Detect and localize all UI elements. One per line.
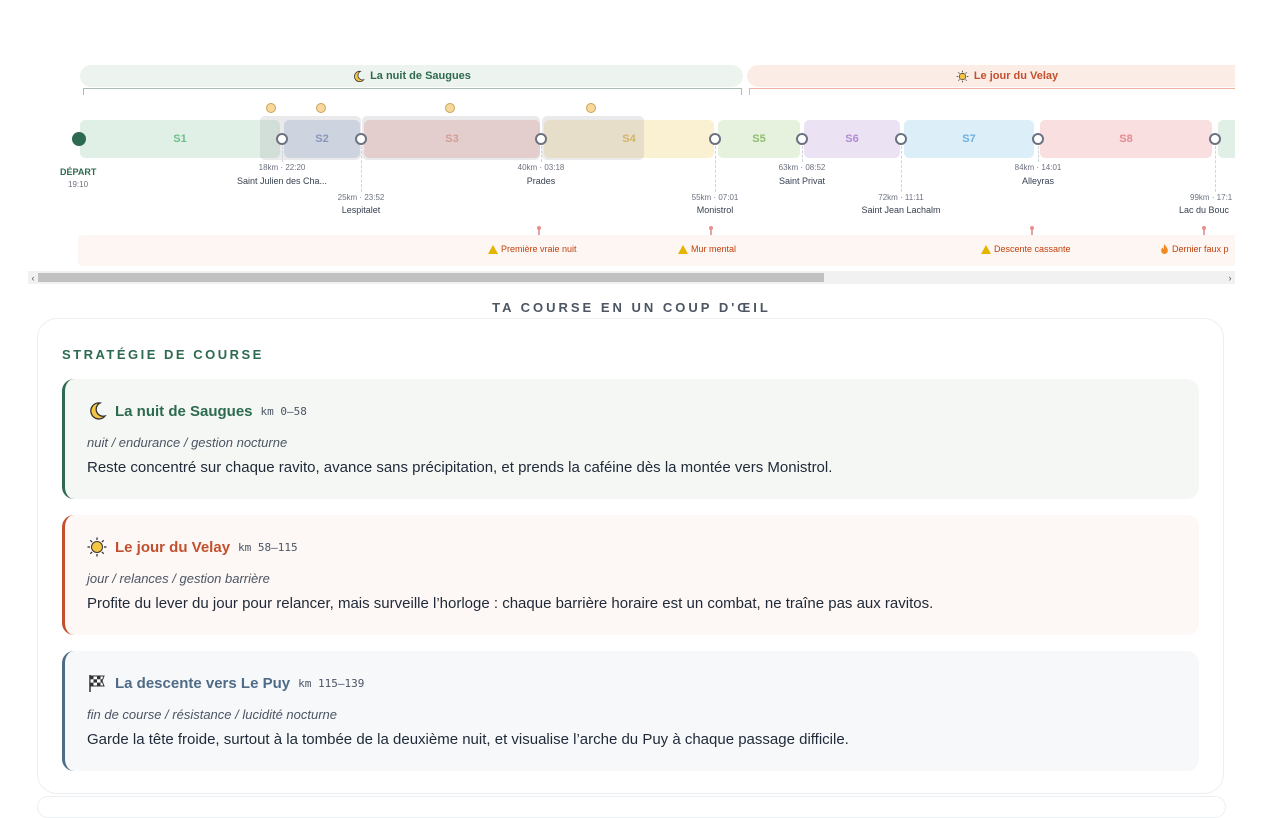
segment-s1[interactable]: S1 — [80, 120, 280, 158]
strategy-card: STRATÉGIE DE COURSE La nuit de Saugues k… — [37, 318, 1224, 794]
night-shade — [362, 116, 540, 160]
caffeine-marker[interactable] — [445, 103, 455, 113]
warning-icon — [678, 244, 688, 254]
timeline-scrollbar[interactable]: ‹ › — [28, 271, 1235, 284]
alert-item[interactable]: Dernier faux p — [1160, 244, 1229, 254]
checkpoint-name[interactable]: Prades — [527, 176, 556, 186]
sun-icon — [956, 70, 969, 82]
checkpoint-name[interactable]: Saint Julien des Cha... — [237, 176, 327, 186]
fire-icon — [1161, 244, 1168, 254]
checkpoint-guide — [1215, 146, 1216, 192]
alert-pin-head — [1202, 226, 1206, 230]
alert-label: Première vraie nuit — [501, 244, 577, 254]
checkpoint-node[interactable] — [796, 133, 808, 145]
checkpoint-node[interactable] — [1209, 133, 1221, 145]
checkpoint-km-time: 40km · 03:18 — [517, 163, 565, 172]
checkpoint-km-time: 25km · 23:52 — [337, 193, 385, 202]
sun-icon — [87, 537, 107, 557]
phase-name: La descente vers Le Puy — [115, 674, 291, 692]
section-title-glance: TA COURSE EN UN COUP D'ŒIL — [492, 300, 771, 315]
checkpoint-guide — [715, 146, 716, 192]
scroll-thumb[interactable] — [38, 273, 824, 282]
phase-description: Garde la tête froide, surtout à la tombé… — [87, 731, 849, 748]
phase-km-range: km 115–139 — [298, 676, 365, 690]
checkpoint-guide — [282, 146, 283, 162]
alert-pin-head — [537, 226, 541, 230]
segment-s7[interactable]: S7 — [904, 120, 1034, 158]
strategy-phase-descent: La descente vers Le Puy km 115–139 fin d… — [62, 651, 1199, 771]
checkpoint-node[interactable] — [895, 133, 907, 145]
checkered-flag-icon — [89, 675, 105, 692]
phase-description: Reste concentré sur chaque ravito, avanc… — [87, 459, 833, 476]
checkpoint-node[interactable] — [709, 133, 721, 145]
warning-icon — [981, 244, 991, 254]
checkpoint-name[interactable]: Monistrol — [697, 205, 734, 215]
segment-s5[interactable]: S5 — [718, 120, 800, 158]
checkpoint-guide — [802, 146, 803, 162]
checkpoint-km-time: 84km · 14:01 — [1014, 163, 1062, 172]
checkpoint-node[interactable] — [276, 133, 288, 145]
phase-km-range: km 58–115 — [238, 540, 298, 554]
checkpoint-name[interactable]: Lac du Bouc — [1179, 205, 1229, 215]
checkpoint-guide — [901, 146, 902, 192]
checkpoint-name[interactable]: Lespitalet — [342, 205, 381, 215]
checkpoint-node[interactable] — [535, 133, 547, 145]
moon-icon — [90, 402, 107, 420]
strategy-title: STRATÉGIE DE COURSE — [62, 347, 264, 362]
phase-name: La nuit de Saugues — [115, 402, 253, 420]
strategy-phase-night: La nuit de Saugues km 0–58 nuit / endura… — [62, 379, 1199, 499]
caffeine-marker[interactable] — [316, 103, 326, 113]
checkpoint-km-time: 99km · 17:1 — [1190, 193, 1233, 202]
checkpoint-km-time: 63km · 08:52 — [778, 163, 826, 172]
alert-label: Descente cassante — [994, 244, 1071, 254]
alert-item[interactable]: Première vraie nuit — [488, 244, 577, 254]
phase-bracket-day — [749, 88, 1235, 95]
phase-tags: fin de course / résistance / lucidité no… — [87, 707, 338, 722]
alert-label: Mur mental — [691, 244, 737, 254]
alert-item[interactable]: Descente cassante — [981, 244, 1071, 254]
moon-icon — [354, 70, 365, 82]
race-timeline[interactable]: La nuit de Saugues Le jour du Velay S1 S… — [28, 60, 1235, 270]
alert-item[interactable]: Mur mental — [678, 244, 736, 254]
phase-label: Le jour du Velay — [973, 70, 1059, 82]
checkpoint-name[interactable]: Saint Privat — [779, 176, 825, 186]
phase-bar-day[interactable]: Le jour du Velay — [747, 65, 1235, 87]
checkpoint-name[interactable]: Saint Jean Lachalm — [861, 205, 940, 215]
checkpoint-km-time: 55km · 07:01 — [691, 193, 739, 202]
start-label: DÉPART — [60, 167, 97, 177]
checkpoint-node[interactable] — [355, 133, 367, 145]
strategy-phase-day: Le jour du Velay km 58–115 jour / relanc… — [62, 515, 1199, 635]
phase-bar-night[interactable]: La nuit de Saugues — [80, 65, 743, 87]
segment-s6[interactable]: S6 — [804, 120, 900, 158]
alert-pin-head — [709, 226, 713, 230]
caffeine-marker[interactable] — [586, 103, 596, 113]
night-shade — [542, 116, 644, 160]
start-time: 19:10 — [68, 180, 89, 189]
checkpoint-guide — [541, 146, 542, 162]
checkpoint-guide — [361, 146, 362, 192]
phase-label: La nuit de Saugues — [370, 70, 471, 82]
caffeine-marker[interactable] — [266, 103, 276, 113]
checkpoint-km-time: 18km · 22:20 — [258, 163, 306, 172]
scroll-right-icon[interactable]: › — [1225, 271, 1235, 284]
checkpoint-guide — [1038, 146, 1039, 162]
phase-bracket-night — [83, 88, 742, 95]
phase-km-range: km 0–58 — [260, 404, 307, 418]
phase-tags: nuit / endurance / gestion nocturne — [87, 435, 288, 450]
phase-description: Profite du lever du jour pour relancer, … — [87, 595, 934, 612]
checkpoint-node[interactable] — [1032, 133, 1044, 145]
warning-icon — [488, 244, 498, 254]
phase-tags: jour / relances / gestion barrière — [87, 571, 270, 586]
scroll-left-icon[interactable]: ‹ — [28, 271, 38, 284]
phase-name: Le jour du Velay — [115, 538, 231, 556]
next-card — [37, 796, 1226, 818]
alert-pin-head — [1030, 226, 1034, 230]
checkpoint-km-time: 72km · 11:11 — [878, 193, 924, 202]
start-node[interactable] — [72, 132, 86, 146]
alert-label: Dernier faux p — [1172, 244, 1229, 254]
segment-s8[interactable]: S8 — [1040, 120, 1212, 158]
checkpoint-name[interactable]: Alleyras — [1022, 176, 1054, 186]
